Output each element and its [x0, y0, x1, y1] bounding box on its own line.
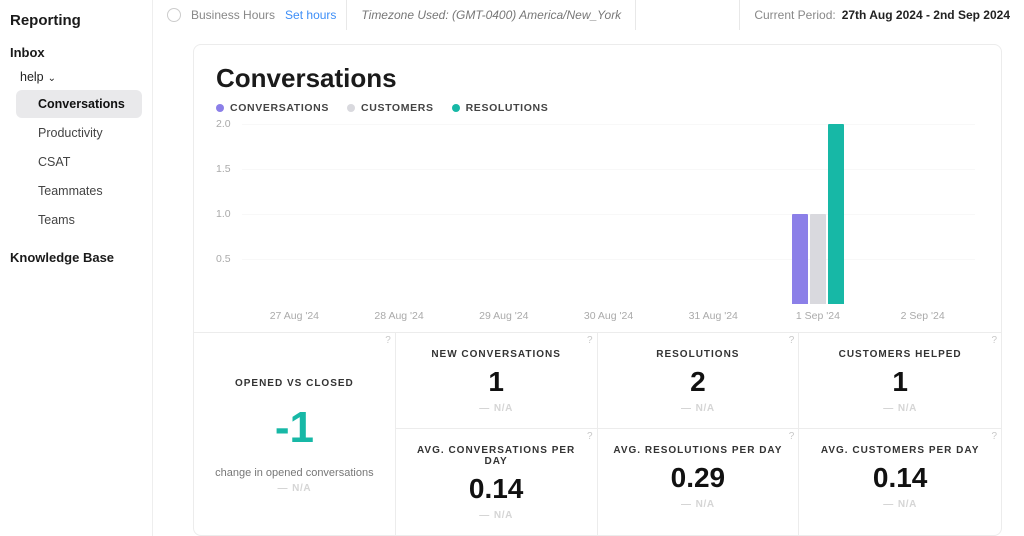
metric-value: 1 — [807, 366, 993, 398]
chart-legend: CONVERSATIONS CUSTOMERS RESOLUTIONS — [216, 102, 979, 114]
metric-label: RESOLUTIONS — [606, 349, 791, 360]
sidebar: Reporting Inbox help ⌄ Conversations Pro… — [0, 0, 152, 536]
business-hours-label: Business Hours — [191, 8, 275, 22]
sidebar-nav-list: Conversations Productivity CSAT Teammate… — [8, 90, 152, 234]
legend-dot-conversations — [216, 104, 224, 112]
chart-y-tick: 2.0 — [216, 118, 231, 130]
chart-x-tick: 29 Aug '24 — [451, 310, 556, 322]
chart-x-tick: 28 Aug '24 — [347, 310, 452, 322]
help-icon[interactable]: ? — [587, 335, 593, 346]
metric-avg-customers-per-day: ? AVG. CUSTOMERS PER DAY 0.14 N/A — [799, 429, 1001, 535]
chart-x-tick: 30 Aug '24 — [556, 310, 661, 322]
metric-label: CUSTOMERS HELPED — [807, 349, 993, 360]
chart-y-tick: 0.5 — [216, 253, 231, 265]
legend-label-resolutions: RESOLUTIONS — [466, 102, 549, 114]
help-icon[interactable]: ? — [587, 431, 593, 442]
metric-na: N/A — [479, 510, 513, 521]
sidebar-item-conversations[interactable]: Conversations — [16, 90, 142, 118]
sidebar-item-teams[interactable]: Teams — [16, 206, 142, 234]
legend-label-customers: CUSTOMERS — [361, 102, 434, 114]
sidebar-item-productivity[interactable]: Productivity — [16, 119, 142, 147]
metric-na: N/A — [883, 403, 917, 414]
legend-dot-resolutions — [452, 104, 460, 112]
legend-label-conversations: CONVERSATIONS — [230, 102, 329, 114]
chevron-down-icon: ⌄ — [48, 73, 56, 84]
period-label: Current Period: — [754, 8, 835, 22]
chart-x-tick: 1 Sep '24 — [766, 310, 871, 322]
metric-opened-vs-closed: ? OPENED VS CLOSED -1 change in opened c… — [194, 333, 396, 535]
metric-avg-resolutions-per-day: ? AVG. RESOLUTIONS PER DAY 0.29 N/A — [598, 429, 800, 535]
metric-subtext: change in opened conversations — [202, 467, 387, 479]
report-panel: Conversations CONVERSATIONS CUSTOMERS — [193, 44, 1002, 536]
legend-dot-customers — [347, 104, 355, 112]
metric-value: 2 — [606, 366, 791, 398]
period-value: 27th Aug 2024 - 2nd Sep 2024 — [842, 8, 1010, 22]
metric-value: -1 — [202, 403, 387, 453]
metric-na: N/A — [883, 499, 917, 510]
legend-resolutions[interactable]: RESOLUTIONS — [452, 102, 549, 114]
chart-area: Conversations CONVERSATIONS CUSTOMERS — [194, 45, 1001, 332]
chart-bar[interactable] — [792, 214, 808, 304]
business-hours-toggle[interactable] — [167, 8, 181, 22]
help-label: help — [20, 70, 44, 84]
legend-customers[interactable]: CUSTOMERS — [347, 102, 434, 114]
metric-customers-helped: ? CUSTOMERS HELPED 1 N/A — [799, 333, 1001, 429]
metric-na: N/A — [202, 483, 387, 494]
bar-chart: 0.51.01.52.0 — [242, 124, 975, 304]
metric-label: AVG. CUSTOMERS PER DAY — [807, 445, 993, 456]
metric-new-conversations: ? NEW CONVERSATIONS 1 N/A — [396, 333, 598, 429]
business-hours-group: Business Hours Set hours — [153, 8, 346, 22]
app-root: Reporting Inbox help ⌄ Conversations Pro… — [0, 0, 1024, 536]
help-icon[interactable]: ? — [789, 335, 795, 346]
set-hours-link[interactable]: Set hours — [285, 8, 336, 22]
chart-bar[interactable] — [810, 214, 826, 304]
chart-x-tick: 27 Aug '24 — [242, 310, 347, 322]
sidebar-item-csat[interactable]: CSAT — [16, 148, 142, 176]
metric-avg-conversations-per-day: ? AVG. CONVERSATIONS PER DAY 0.14 N/A — [396, 429, 598, 535]
help-collapsible[interactable]: help ⌄ — [8, 66, 152, 88]
sidebar-item-teammates[interactable]: Teammates — [16, 177, 142, 205]
kb-section-title[interactable]: Knowledge Base — [8, 244, 152, 271]
metric-na: N/A — [681, 403, 715, 414]
chart-x-axis: 27 Aug '2428 Aug '2429 Aug '2430 Aug '24… — [242, 310, 975, 322]
panel-wrap: Conversations CONVERSATIONS CUSTOMERS — [153, 30, 1024, 536]
metric-value: 0.29 — [606, 462, 791, 494]
metric-na: N/A — [479, 403, 513, 414]
metric-label: AVG. CONVERSATIONS PER DAY — [404, 445, 589, 467]
metric-value: 0.14 — [807, 462, 993, 494]
metric-value: 0.14 — [404, 473, 589, 505]
metric-value: 1 — [404, 366, 589, 398]
help-icon[interactable]: ? — [789, 431, 795, 442]
topbar: Business Hours Set hours Timezone Used: … — [153, 0, 1024, 30]
chart-x-tick: 31 Aug '24 — [661, 310, 766, 322]
chart-y-tick: 1.0 — [216, 208, 231, 220]
metric-label: NEW CONVERSATIONS — [404, 349, 589, 360]
help-icon[interactable]: ? — [385, 335, 391, 346]
help-icon[interactable]: ? — [991, 335, 997, 346]
metric-resolutions: ? RESOLUTIONS 2 N/A — [598, 333, 800, 429]
metric-label: AVG. RESOLUTIONS PER DAY — [606, 445, 791, 456]
main-content: Business Hours Set hours Timezone Used: … — [152, 0, 1024, 536]
chart-title: Conversations — [216, 63, 979, 94]
legend-conversations[interactable]: CONVERSATIONS — [216, 102, 329, 114]
timezone-text: Timezone Used: (GMT-0400) America/New_Yo… — [361, 8, 621, 22]
timezone-display[interactable]: Timezone Used: (GMT-0400) America/New_Yo… — [346, 0, 636, 30]
metrics-grid: ? OPENED VS CLOSED -1 change in opened c… — [194, 332, 1001, 535]
help-icon[interactable]: ? — [991, 431, 997, 442]
chart-x-tick: 2 Sep '24 — [870, 310, 975, 322]
metric-label: OPENED VS CLOSED — [202, 378, 387, 389]
metric-na: N/A — [681, 499, 715, 510]
period-selector[interactable]: Current Period: 27th Aug 2024 - 2nd Sep … — [739, 0, 1024, 30]
inbox-section-title[interactable]: Inbox — [8, 39, 152, 66]
reporting-heading: Reporting — [8, 12, 152, 39]
chart-bar[interactable] — [828, 124, 844, 304]
chart-y-tick: 1.5 — [216, 163, 231, 175]
